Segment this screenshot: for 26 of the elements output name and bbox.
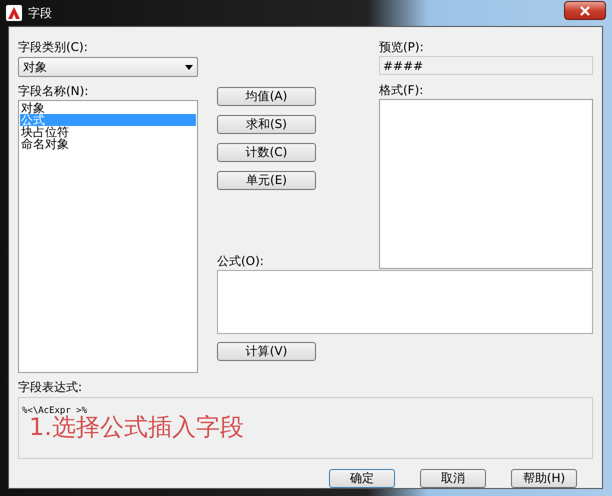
formula-input-field[interactable] <box>217 270 593 334</box>
close-icon <box>580 6 590 16</box>
expression-label: 字段表达式: <box>18 379 84 395</box>
function-button[interactable]: 单元(E) <box>217 171 316 190</box>
function-button[interactable]: 求和(S) <box>217 115 316 134</box>
category-dropdown[interactable]: 对象 <box>18 57 198 77</box>
list-item[interactable]: 命名对象 <box>20 138 196 150</box>
preview-label: 预览(P): <box>379 39 425 55</box>
formula-label: 公式(O): <box>217 253 265 269</box>
format-list[interactable] <box>379 99 593 269</box>
dialog-button[interactable]: 确定 <box>329 469 395 488</box>
category-label: 字段类别(C): <box>18 39 89 55</box>
preview-field: #### <box>379 56 593 75</box>
close-button[interactable] <box>564 1 606 20</box>
dialog-button[interactable]: 帮助(H) <box>511 469 577 488</box>
dropdown-caret-icon <box>185 64 193 70</box>
list-item[interactable]: 块占位符 <box>20 126 196 138</box>
function-button[interactable]: 均值(A) <box>217 87 316 106</box>
app-logo-icon <box>6 5 22 21</box>
calculate-button[interactable]: 计算(V) <box>217 342 316 361</box>
field-names-label: 字段名称(N): <box>18 83 90 99</box>
function-button[interactable]: 计数(C) <box>217 143 316 162</box>
dialog-button[interactable]: 取消 <box>420 469 486 488</box>
format-label: 格式(F): <box>379 82 424 98</box>
list-item[interactable]: 对象 <box>20 102 196 114</box>
window-title: 字段 <box>28 4 52 22</box>
